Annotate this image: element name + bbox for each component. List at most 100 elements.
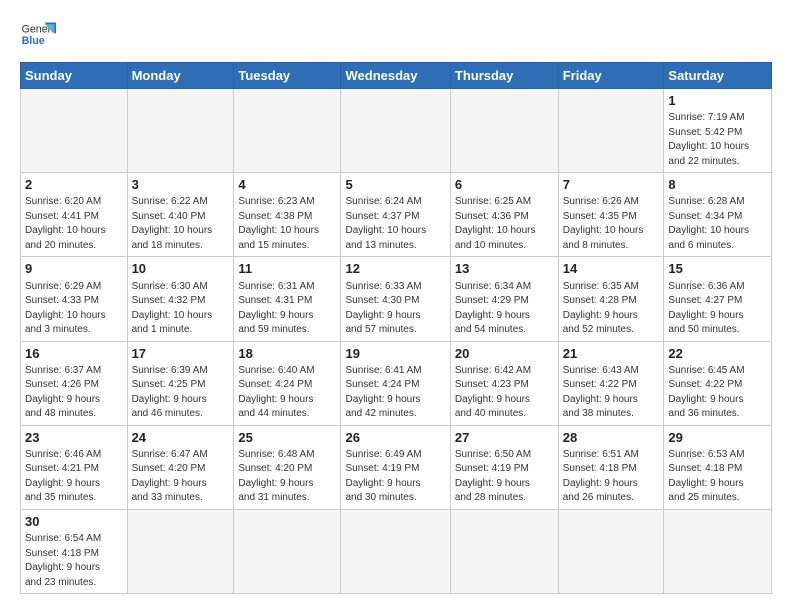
day-cell: 13 Sunrise: 6:34 AM Sunset: 4:29 PM Dayli… xyxy=(450,257,558,341)
day-number: 6 xyxy=(455,176,554,194)
day-number: 18 xyxy=(238,345,336,363)
day-number: 5 xyxy=(345,176,445,194)
calendar-table: SundayMondayTuesdayWednesdayThursdayFrid… xyxy=(20,62,772,594)
day-cell: 23Sunrise: 6:46 AM Sunset: 4:21 PM Dayli… xyxy=(21,425,128,509)
day-cell: 12Sunrise: 6:33 AM Sunset: 4:30 PM Dayli… xyxy=(341,257,450,341)
day-cell: 14Sunrise: 6:35 AM Sunset: 4:28 PM Dayli… xyxy=(558,257,664,341)
week-row-4: 16Sunrise: 6:37 AM Sunset: 4:26 PM Dayli… xyxy=(21,341,772,425)
header: General Blue xyxy=(20,16,772,52)
day-cell xyxy=(234,89,341,173)
day-cell: 7Sunrise: 6:26 AM Sunset: 4:35 PM Daylig… xyxy=(558,173,664,257)
day-info: Sunrise: 6:34 AM Sunset: 4:29 PM Dayligh… xyxy=(455,280,554,338)
day-info: Sunrise: 6:20 AM Sunset: 4:41 PM Dayligh… xyxy=(25,195,123,253)
day-cell xyxy=(450,89,558,173)
day-cell: 6Sunrise: 6:25 AM Sunset: 4:36 PM Daylig… xyxy=(450,173,558,257)
day-number: 23 xyxy=(25,429,123,447)
day-number: 2 xyxy=(25,176,123,194)
day-number: 28 xyxy=(563,429,660,447)
day-number: 10 xyxy=(132,260,230,278)
day-cell: 16Sunrise: 6:37 AM Sunset: 4:26 PM Dayli… xyxy=(21,341,128,425)
day-number: 14 xyxy=(563,260,660,278)
day-number: 27 xyxy=(455,429,554,447)
day-cell xyxy=(558,509,664,593)
weekday-header-wednesday: Wednesday xyxy=(341,63,450,89)
day-cell: 10 Sunrise: 6:30 AM Sunset: 4:32 PM Dayli… xyxy=(127,257,234,341)
day-number: 22 xyxy=(668,345,767,363)
logo: General Blue xyxy=(20,16,56,52)
weekday-header-monday: Monday xyxy=(127,63,234,89)
day-cell: 4Sunrise: 6:23 AM Sunset: 4:38 PM Daylig… xyxy=(234,173,341,257)
day-info: Sunrise: 6:39 AM Sunset: 4:25 PM Dayligh… xyxy=(132,364,230,422)
day-cell: 18Sunrise: 6:40 AM Sunset: 4:24 PM Dayli… xyxy=(234,341,341,425)
day-info: Sunrise: 6:51 AM Sunset: 4:18 PM Dayligh… xyxy=(563,448,660,506)
weekday-header-sunday: Sunday xyxy=(21,63,128,89)
day-cell: 28Sunrise: 6:51 AM Sunset: 4:18 PM Dayli… xyxy=(558,425,664,509)
day-info: Sunrise: 6:46 AM Sunset: 4:21 PM Dayligh… xyxy=(25,448,123,506)
day-info: Sunrise: 6:49 AM Sunset: 4:19 PM Dayligh… xyxy=(345,448,445,506)
day-info: Sunrise: 6:37 AM Sunset: 4:26 PM Dayligh… xyxy=(25,364,123,422)
day-info: Sunrise: 6:24 AM Sunset: 4:37 PM Dayligh… xyxy=(345,195,445,253)
day-cell: 2Sunrise: 6:20 AM Sunset: 4:41 PM Daylig… xyxy=(21,173,128,257)
day-number: 25 xyxy=(238,429,336,447)
day-info: Sunrise: 6:42 AM Sunset: 4:23 PM Dayligh… xyxy=(455,364,554,422)
day-number: 13 xyxy=(455,260,554,278)
day-info: Sunrise: 6:30 AM Sunset: 4:32 PM Dayligh… xyxy=(132,280,230,338)
day-cell: 19Sunrise: 6:41 AM Sunset: 4:24 PM Dayli… xyxy=(341,341,450,425)
day-cell: 29Sunrise: 6:53 AM Sunset: 4:18 PM Dayli… xyxy=(664,425,772,509)
day-number: 20 xyxy=(455,345,554,363)
day-number: 24 xyxy=(132,429,230,447)
day-cell: 3Sunrise: 6:22 AM Sunset: 4:40 PM Daylig… xyxy=(127,173,234,257)
weekday-header-thursday: Thursday xyxy=(450,63,558,89)
day-cell xyxy=(127,89,234,173)
day-cell: 24Sunrise: 6:47 AM Sunset: 4:20 PM Dayli… xyxy=(127,425,234,509)
day-info: Sunrise: 6:45 AM Sunset: 4:22 PM Dayligh… xyxy=(668,364,767,422)
weekday-header-friday: Friday xyxy=(558,63,664,89)
day-number: 8 xyxy=(668,176,767,194)
day-number: 3 xyxy=(132,176,230,194)
day-number: 16 xyxy=(25,345,123,363)
day-cell: 17Sunrise: 6:39 AM Sunset: 4:25 PM Dayli… xyxy=(127,341,234,425)
day-cell xyxy=(341,89,450,173)
day-info: Sunrise: 7:19 AM Sunset: 5:42 PM Dayligh… xyxy=(668,111,767,169)
weekday-header-saturday: Saturday xyxy=(664,63,772,89)
day-cell: 22Sunrise: 6:45 AM Sunset: 4:22 PM Dayli… xyxy=(664,341,772,425)
day-info: Sunrise: 6:40 AM Sunset: 4:24 PM Dayligh… xyxy=(238,364,336,422)
day-info: Sunrise: 6:43 AM Sunset: 4:22 PM Dayligh… xyxy=(563,364,660,422)
day-info: Sunrise: 6:47 AM Sunset: 4:20 PM Dayligh… xyxy=(132,448,230,506)
day-cell: 9 Sunrise: 6:29 AM Sunset: 4:33 PM Daylig… xyxy=(21,257,128,341)
day-info: Sunrise: 6:41 AM Sunset: 4:24 PM Dayligh… xyxy=(345,364,445,422)
day-cell: 5Sunrise: 6:24 AM Sunset: 4:37 PM Daylig… xyxy=(341,173,450,257)
day-number: 30 xyxy=(25,513,123,531)
day-info: Sunrise: 6:50 AM Sunset: 4:19 PM Dayligh… xyxy=(455,448,554,506)
day-cell xyxy=(450,509,558,593)
day-number: 21 xyxy=(563,345,660,363)
day-info: Sunrise: 6:29 AM Sunset: 4:33 PM Dayligh… xyxy=(25,280,123,338)
day-cell: 30Sunrise: 6:54 AM Sunset: 4:18 PM Dayli… xyxy=(21,509,128,593)
day-number: 11 xyxy=(238,260,336,278)
day-cell: 20Sunrise: 6:42 AM Sunset: 4:23 PM Dayli… xyxy=(450,341,558,425)
day-number: 17 xyxy=(132,345,230,363)
generalblue-logo-icon: General Blue xyxy=(20,16,56,52)
day-cell xyxy=(558,89,664,173)
day-cell: 21Sunrise: 6:43 AM Sunset: 4:22 PM Dayli… xyxy=(558,341,664,425)
day-info: Sunrise: 6:31 AM Sunset: 4:31 PM Dayligh… xyxy=(238,280,336,338)
weekday-header-row: SundayMondayTuesdayWednesdayThursdayFrid… xyxy=(21,63,772,89)
day-info: Sunrise: 6:36 AM Sunset: 4:27 PM Dayligh… xyxy=(668,280,767,338)
day-number: 1 xyxy=(668,92,767,110)
week-row-5: 23Sunrise: 6:46 AM Sunset: 4:21 PM Dayli… xyxy=(21,425,772,509)
day-number: 4 xyxy=(238,176,336,194)
day-cell: 8Sunrise: 6:28 AM Sunset: 4:34 PM Daylig… xyxy=(664,173,772,257)
week-row-3: 9 Sunrise: 6:29 AM Sunset: 4:33 PM Daylig… xyxy=(21,257,772,341)
day-cell xyxy=(341,509,450,593)
day-number: 9 xyxy=(25,260,123,278)
day-cell xyxy=(127,509,234,593)
day-cell xyxy=(21,89,128,173)
day-info: Sunrise: 6:25 AM Sunset: 4:36 PM Dayligh… xyxy=(455,195,554,253)
day-info: Sunrise: 6:28 AM Sunset: 4:34 PM Dayligh… xyxy=(668,195,767,253)
day-number: 26 xyxy=(345,429,445,447)
day-number: 7 xyxy=(563,176,660,194)
week-row-6: 30Sunrise: 6:54 AM Sunset: 4:18 PM Dayli… xyxy=(21,509,772,593)
day-cell: 27Sunrise: 6:50 AM Sunset: 4:19 PM Dayli… xyxy=(450,425,558,509)
day-cell: 11 Sunrise: 6:31 AM Sunset: 4:31 PM Dayli… xyxy=(234,257,341,341)
day-number: 29 xyxy=(668,429,767,447)
